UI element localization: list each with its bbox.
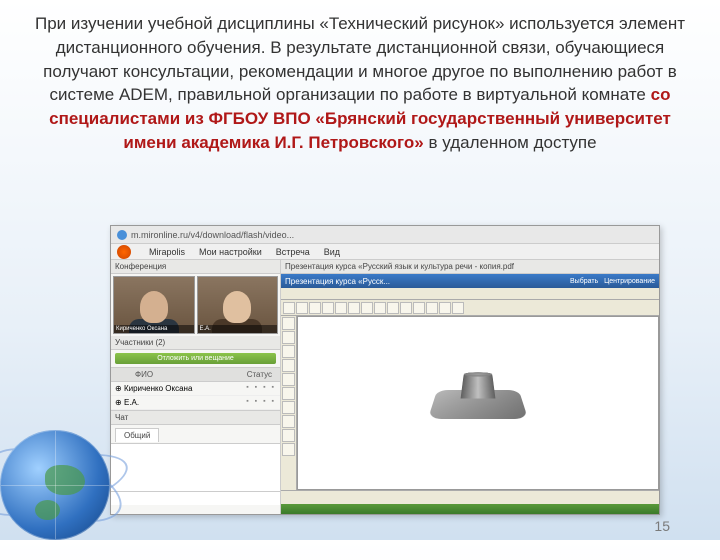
participant-row-1[interactable]: ⊕ Кириченко Оксана ▪ ▪ ▪ ▪: [111, 382, 280, 396]
menu-view[interactable]: Вид: [324, 247, 340, 257]
tool-icon[interactable]: [282, 331, 295, 344]
slide-text: При изучении учебной дисциплины «Техниче…: [0, 0, 720, 155]
toolbar-icon[interactable]: [374, 302, 386, 314]
participant-row-2[interactable]: ⊕ Е.А. ▪ ▪ ▪ ▪: [111, 396, 280, 410]
cad-menubar: [281, 288, 659, 300]
menu-meeting[interactable]: Встреча: [276, 247, 310, 257]
toolbar-icon[interactable]: [335, 302, 347, 314]
menu-settings[interactable]: Мои настройки: [199, 247, 262, 257]
video-label-2: Е.А.: [198, 325, 278, 333]
url-text: m.mironline.ru/v4/download/flash/video..…: [131, 230, 294, 240]
participants-header: Участники (2): [115, 338, 165, 347]
globe-decoration: [0, 410, 130, 560]
toolbar-icon[interactable]: [309, 302, 321, 314]
app-screenshot: m.mironline.ru/v4/download/flash/video..…: [110, 225, 660, 515]
cad-bottom-toolbar: [281, 490, 659, 504]
toolbar-icon[interactable]: [400, 302, 412, 314]
toolbar-icon[interactable]: [439, 302, 451, 314]
tool-icon[interactable]: [282, 387, 295, 400]
app-menu-bar: Mirapolis Мои настройки Встреча Вид: [111, 244, 659, 260]
video-label-1: Кириченко Оксана: [114, 325, 194, 333]
cad-window-titlebar: Презентация курса «Русск... Выбрать Цент…: [281, 274, 659, 288]
chat-section: Чат Общий: [111, 410, 280, 514]
tool-icon[interactable]: [282, 443, 295, 456]
text-p3: в удаленном доступе: [429, 133, 597, 152]
video-tile-1[interactable]: Кириченко Оксана: [113, 276, 195, 334]
conference-header: Конференция: [111, 260, 280, 274]
video-tiles: Кириченко Оксана Е.А.: [111, 274, 280, 336]
video-tile-2[interactable]: Е.А.: [197, 276, 279, 334]
text-p1: При изучении учебной дисциплины «Техниче…: [35, 14, 685, 104]
browser-address-bar: m.mironline.ru/v4/download/flash/video..…: [111, 226, 659, 244]
toolbar-icon[interactable]: [296, 302, 308, 314]
toolbar-icon[interactable]: [426, 302, 438, 314]
cad-btn-select[interactable]: Выбрать: [570, 278, 598, 285]
chat-messages: [111, 443, 280, 491]
toolbar-icon[interactable]: [348, 302, 360, 314]
toolbar-icon[interactable]: [283, 302, 295, 314]
mirapolis-logo-icon: [117, 245, 131, 259]
toolbar-icon[interactable]: [322, 302, 334, 314]
participants-columns: ФИО Статус: [111, 367, 280, 382]
app-footer: [281, 504, 659, 514]
toolbar-icon[interactable]: [361, 302, 373, 314]
toolbar-icon[interactable]: [452, 302, 464, 314]
tool-icon[interactable]: [282, 359, 295, 372]
tool-icon[interactable]: [282, 373, 295, 386]
cad-top-toolbar: [281, 300, 659, 316]
presentation-title: Презентация курса «Русский язык и культу…: [285, 262, 514, 271]
chat-input[interactable]: [111, 491, 280, 505]
participants-section: Участники (2) Отложить или вещание ФИО С…: [111, 336, 280, 410]
tool-icon[interactable]: [282, 401, 295, 414]
presentation-panel: Презентация курса «Русский язык и культу…: [281, 260, 659, 514]
tool-icon[interactable]: [282, 345, 295, 358]
tool-icon[interactable]: [282, 317, 295, 330]
cad-left-toolbar: [281, 316, 297, 490]
toolbar-icon[interactable]: [413, 302, 425, 314]
tool-icon[interactable]: [282, 429, 295, 442]
toolbar-icon[interactable]: [387, 302, 399, 314]
col-fio: ФИО: [127, 368, 161, 381]
cad-btn-center[interactable]: Центрирование: [604, 278, 655, 285]
brand-label: Mirapolis: [149, 247, 185, 257]
tool-icon[interactable]: [282, 415, 295, 428]
page-number: 15: [654, 518, 670, 534]
browser-icon: [117, 230, 127, 240]
cad-3d-model: [433, 378, 523, 428]
cad-3d-viewport[interactable]: [297, 316, 659, 490]
col-status: Статус: [239, 368, 280, 381]
left-sidebar: Конференция Кириченко Оксана Е.А. Участн…: [111, 260, 281, 514]
broadcast-button[interactable]: Отложить или вещание: [115, 353, 276, 364]
chat-header: Чат: [111, 411, 280, 425]
cad-tab-label: Презентация курса «Русск...: [285, 277, 390, 286]
